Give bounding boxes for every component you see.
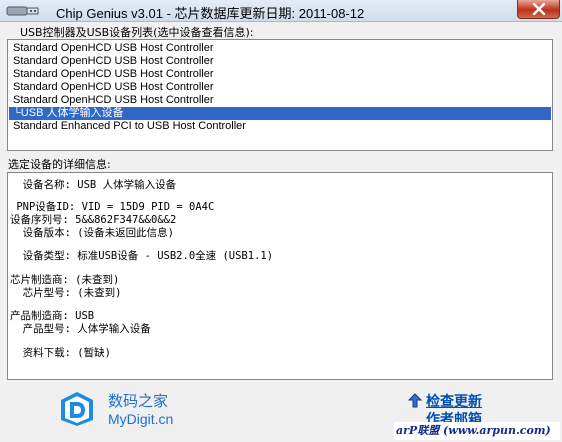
check-update-link[interactable]: 检查更新 bbox=[426, 391, 482, 411]
update-arrow-icon bbox=[408, 393, 422, 408]
list-item[interactable]: Standard OpenHCD USB Host Controller bbox=[9, 81, 551, 94]
detail-line: 芯片型号: (未查到) bbox=[10, 287, 122, 299]
title-bar: Chip Genius v3.01 - 芯片数据库更新日期: 2011-08-1… bbox=[0, 0, 562, 22]
list-item[interactable]: Standard Enhanced PCI to USB Host Contro… bbox=[9, 120, 551, 133]
detail-line: 产品型号: 人体学输入设备 bbox=[10, 323, 151, 335]
list-item[interactable]: Standard OpenHCD USB Host Controller bbox=[9, 55, 551, 68]
watermark: arP联盟 (www.arpun.com) bbox=[394, 422, 560, 440]
usb-app-icon bbox=[6, 6, 39, 16]
list-item[interactable]: Standard OpenHCD USB Host Controller bbox=[9, 68, 551, 81]
close-icon bbox=[532, 3, 546, 15]
detail-line: 设备版本: (设备未返回此信息) bbox=[10, 227, 174, 239]
device-details-box[interactable]: 设备名称: USB 人体学输入设备 PNP设备ID: VID = 15D9 PI… bbox=[7, 172, 553, 380]
mydigit-logo bbox=[61, 392, 93, 426]
close-button[interactable] bbox=[517, 0, 560, 19]
device-list-label: USB控制器及USB设备列表(选中设备查看信息): bbox=[20, 26, 254, 39]
detail-line: 资料下载: (暂缺) bbox=[10, 347, 111, 359]
brand-url[interactable]: MyDigit.cn bbox=[108, 411, 173, 427]
detail-line: 设备名称: USB 人体学输入设备 bbox=[10, 179, 177, 191]
list-item-selected[interactable]: └USB 人体学输入设备 bbox=[9, 107, 551, 120]
device-list[interactable]: Standard OpenHCD USB Host Controller Sta… bbox=[7, 39, 553, 151]
list-item[interactable]: Standard OpenHCD USB Host Controller bbox=[9, 42, 551, 55]
list-item[interactable]: Standard OpenHCD USB Host Controller bbox=[9, 94, 551, 107]
detail-line: 设备类型: 标准USB设备 - USB2.0全速 (USB1.1) bbox=[10, 250, 274, 262]
brand-name: 数码之家 bbox=[108, 392, 169, 410]
window-title: Chip Genius v3.01 - 芯片数据库更新日期: 2011-08-1… bbox=[56, 6, 365, 21]
details-label: 选定设备的详细信息: bbox=[8, 158, 111, 171]
